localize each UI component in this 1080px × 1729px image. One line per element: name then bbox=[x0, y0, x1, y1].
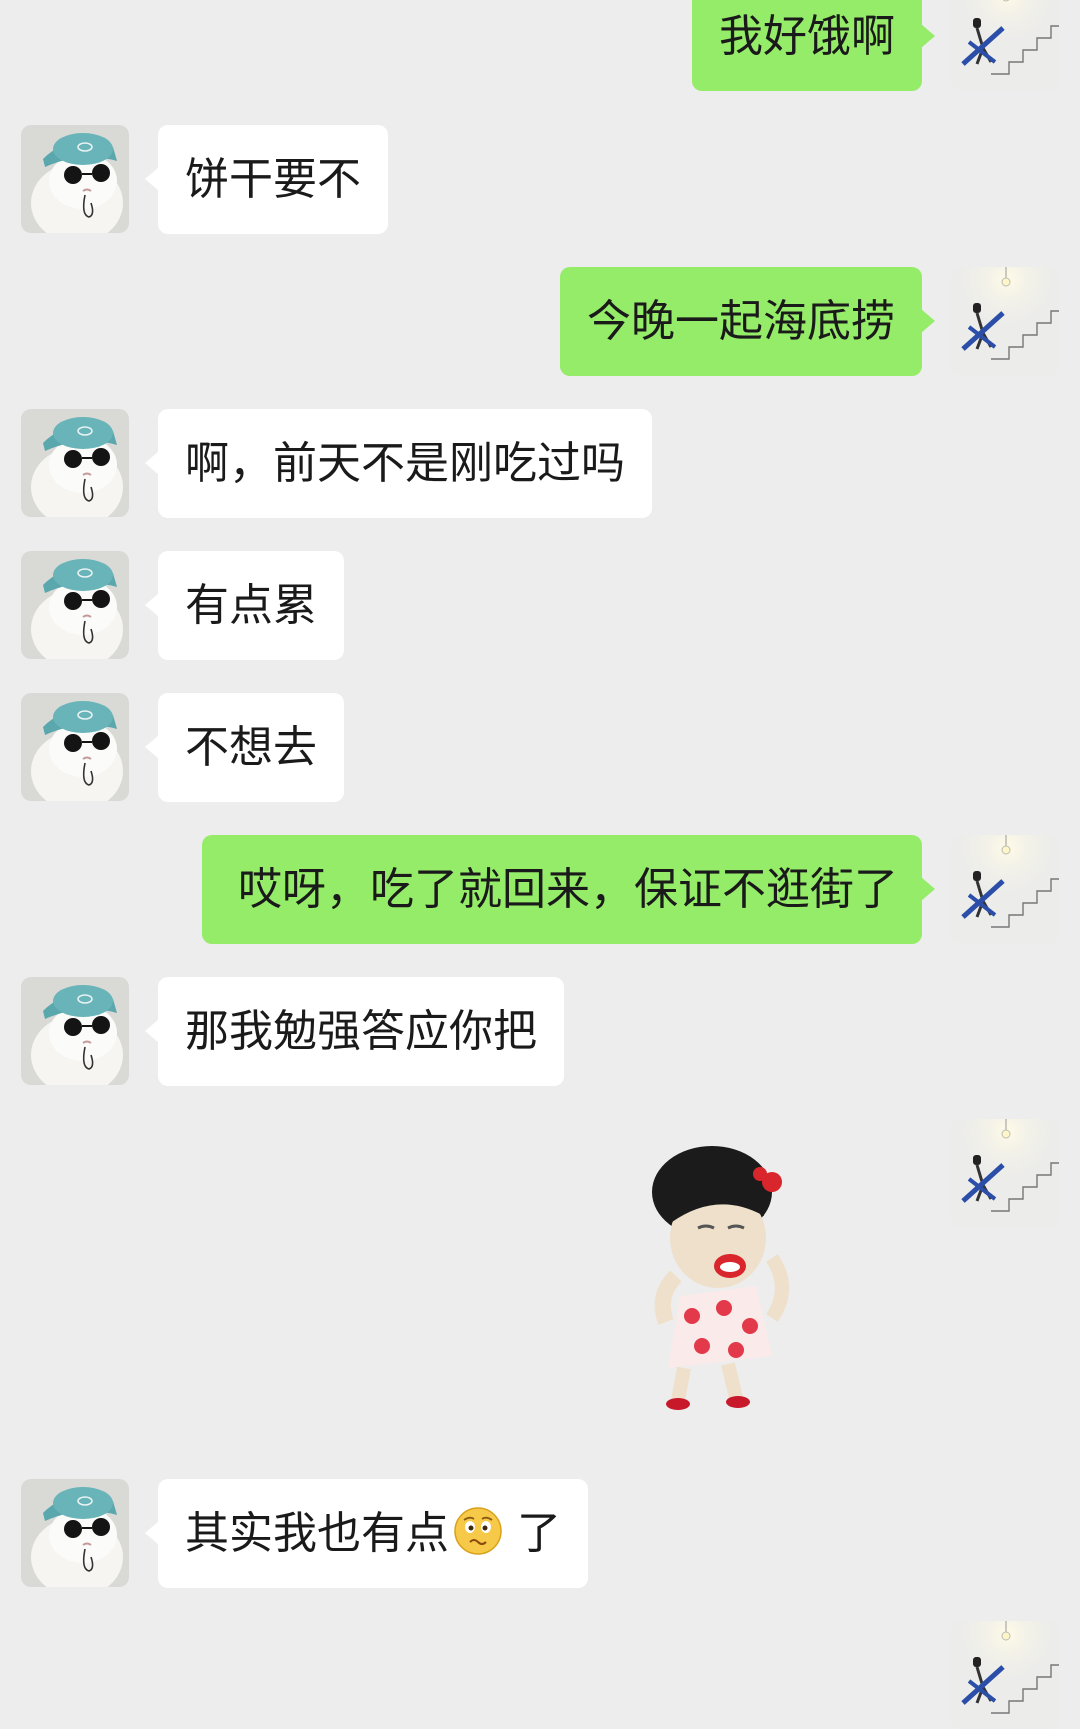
message-bubble-outgoing[interactable]: 今晚一起海底捞 bbox=[560, 267, 935, 376]
message-bubble-incoming[interactable]: 啊，前天不是刚吃过吗 bbox=[145, 409, 652, 518]
message-bubble-incoming[interactable]: 那我勉强答应你把 bbox=[145, 977, 564, 1086]
self-avatar[interactable] bbox=[951, 835, 1059, 943]
contact-avatar[interactable] bbox=[21, 693, 129, 801]
message-bubble-incoming[interactable]: 饼干要不 bbox=[145, 125, 388, 234]
contact-avatar[interactable] bbox=[21, 1479, 129, 1587]
message-text: 其实我也有点 bbox=[185, 1508, 449, 1559]
message-bubble-incoming[interactable]: 其实我也有点 了 bbox=[145, 1479, 588, 1588]
confused-face-emoji bbox=[454, 1507, 502, 1555]
contact-avatar[interactable] bbox=[21, 551, 129, 659]
contact-avatar[interactable] bbox=[21, 409, 129, 517]
contact-avatar[interactable] bbox=[21, 125, 129, 233]
message-bubble-incoming[interactable]: 不想去 bbox=[145, 693, 344, 802]
message-bubble-outgoing[interactable]: 我好饿啊 bbox=[692, 0, 935, 91]
contact-avatar[interactable] bbox=[21, 977, 129, 1085]
message-text: 了 bbox=[517, 1508, 561, 1559]
dancing-girl-meme-sticker[interactable] bbox=[632, 1146, 812, 1416]
self-avatar[interactable] bbox=[951, 1621, 1059, 1729]
self-avatar[interactable] bbox=[951, 0, 1059, 90]
message-bubble-incoming[interactable]: 有点累 bbox=[145, 551, 344, 660]
self-avatar[interactable] bbox=[951, 1119, 1059, 1227]
self-avatar[interactable] bbox=[951, 267, 1059, 375]
message-bubble-outgoing[interactable]: 哎呀，吃了就回来，保证不逛街了 bbox=[202, 835, 935, 944]
